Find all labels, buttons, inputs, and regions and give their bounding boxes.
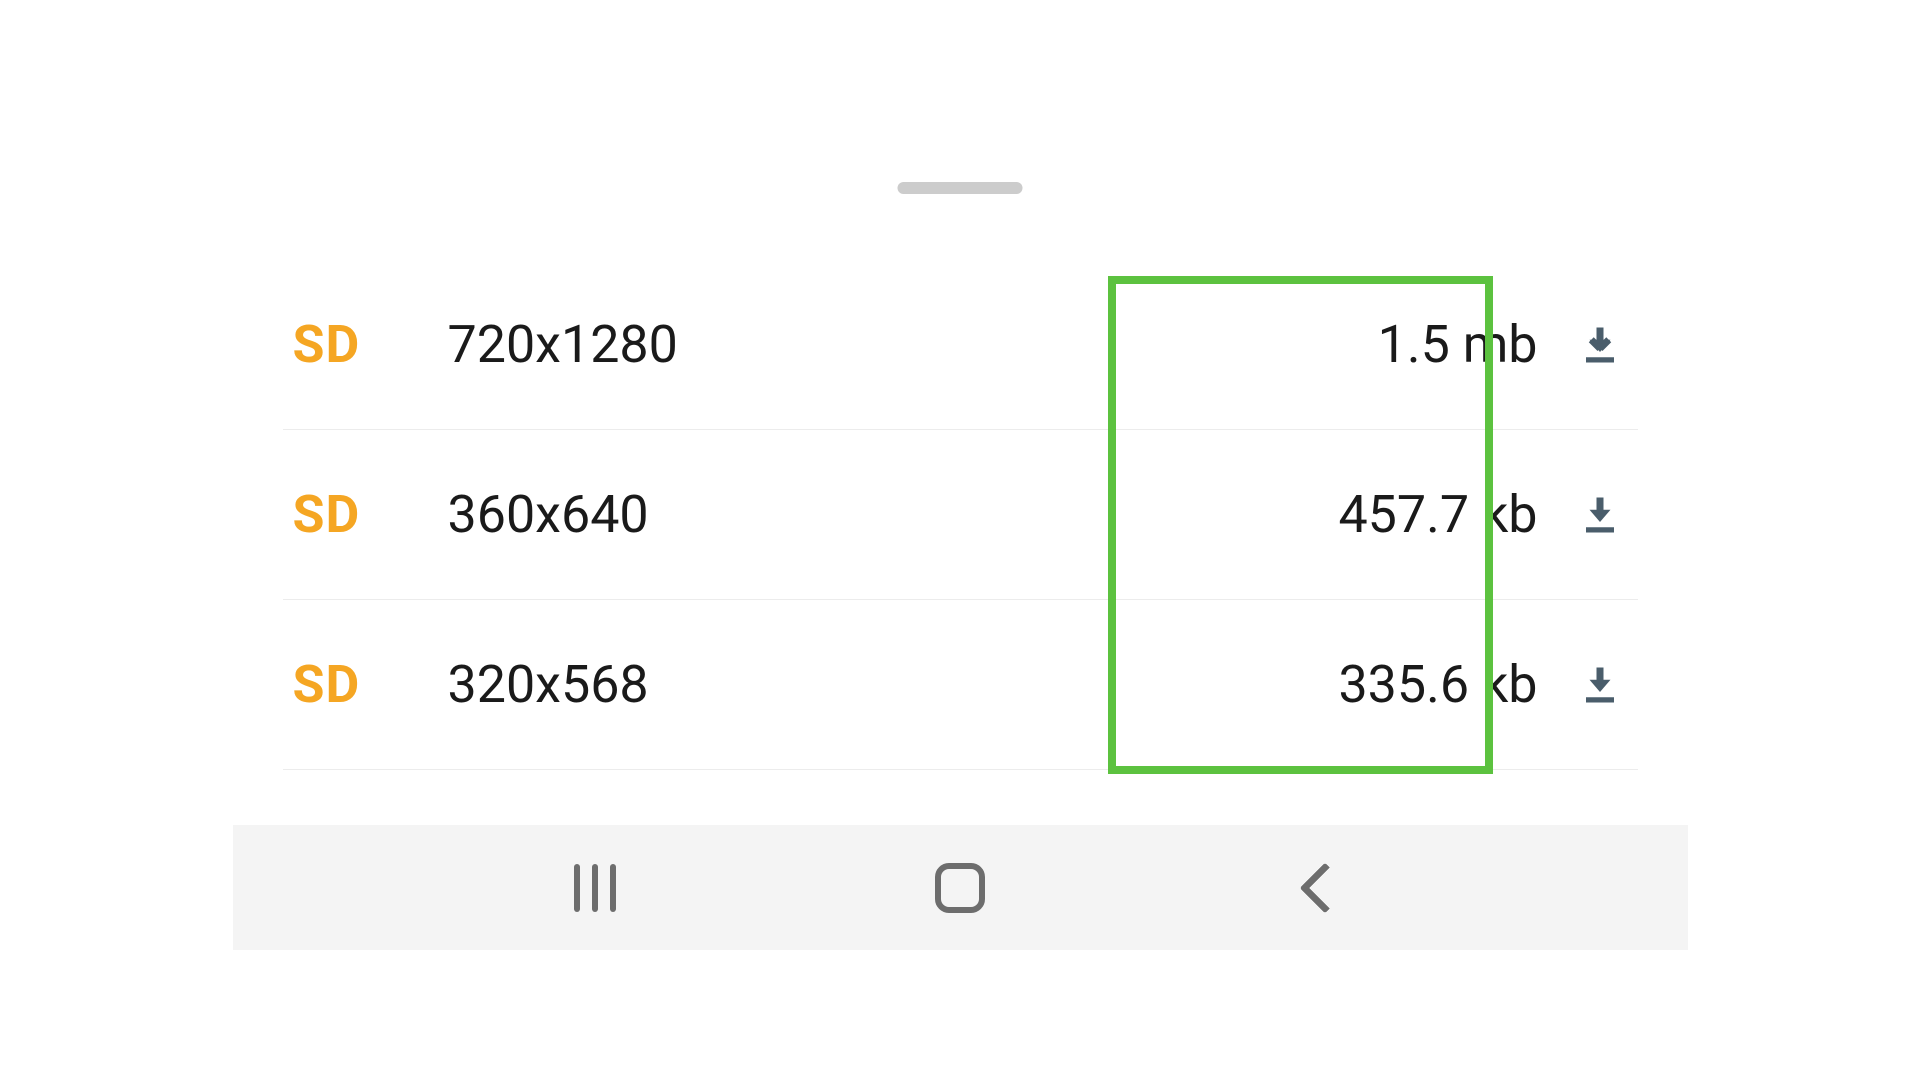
download-icon [1579, 664, 1621, 706]
recents-button[interactable] [545, 858, 645, 918]
download-button[interactable] [1573, 487, 1628, 542]
resolution-label: 360x640 [448, 484, 1339, 545]
download-icon [1579, 324, 1621, 366]
file-size-label: 457.7 kb [1338, 484, 1537, 545]
quality-badge: SD [293, 314, 448, 375]
file-size-label: 1.5 mb [1378, 314, 1538, 375]
drag-handle[interactable] [898, 182, 1023, 194]
download-button[interactable] [1573, 657, 1628, 712]
recents-icon [574, 864, 616, 912]
download-options-list: SD 720x1280 1.5 mb SD 360x640 457.7 kb [233, 260, 1688, 770]
back-button[interactable] [1275, 858, 1375, 918]
bottom-sheet-panel: SD 720x1280 1.5 mb SD 360x640 457.7 kb [233, 130, 1688, 950]
quality-badge: SD [293, 654, 448, 715]
home-icon [935, 863, 985, 913]
list-item[interactable]: SD 360x640 457.7 kb [283, 430, 1638, 600]
system-nav-bar [233, 825, 1688, 950]
resolution-label: 320x568 [448, 654, 1339, 715]
back-icon [1300, 862, 1351, 913]
download-button[interactable] [1573, 317, 1628, 372]
file-size-label: 335.6 kb [1338, 654, 1537, 715]
download-icon [1579, 494, 1621, 536]
resolution-label: 720x1280 [448, 314, 1378, 375]
list-item[interactable]: SD 720x1280 1.5 mb [283, 260, 1638, 430]
quality-badge: SD [293, 484, 448, 545]
list-item[interactable]: SD 320x568 335.6 kb [283, 600, 1638, 770]
home-button[interactable] [910, 858, 1010, 918]
